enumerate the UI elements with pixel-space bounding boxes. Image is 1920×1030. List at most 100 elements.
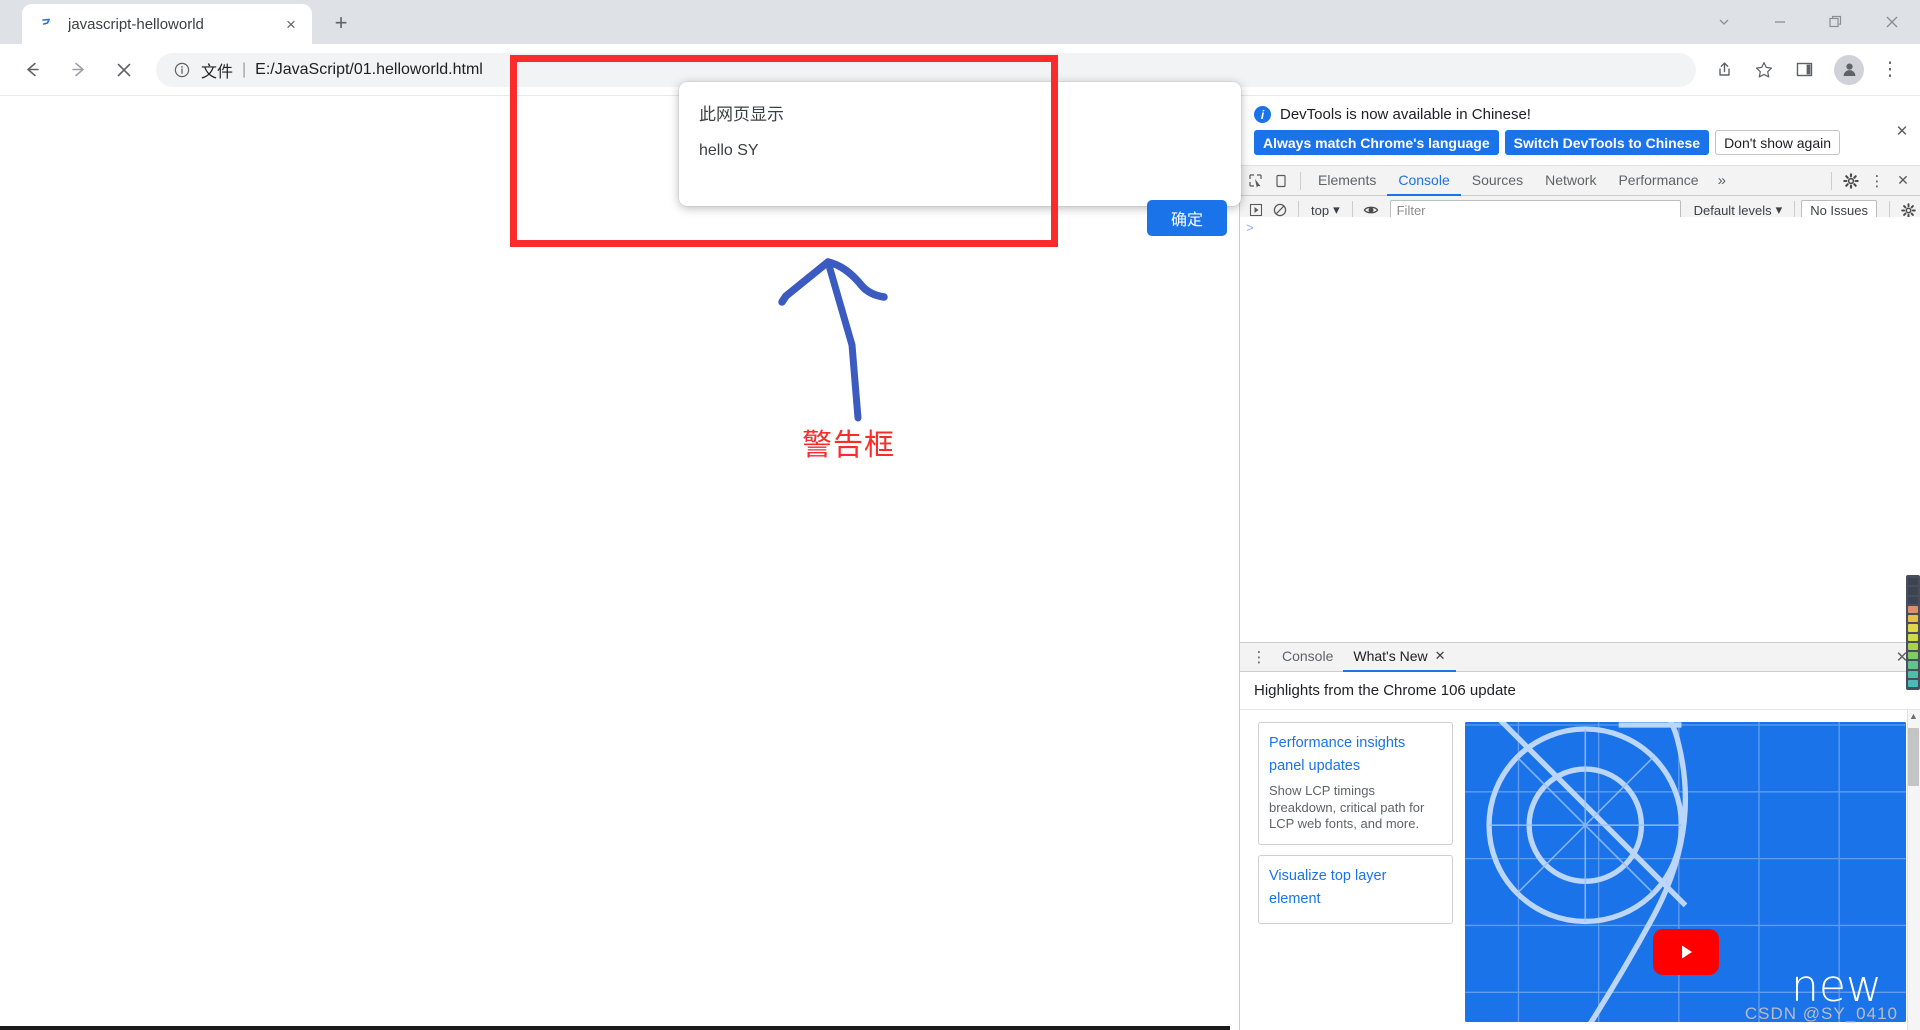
bookmark-star-icon[interactable] [1746, 52, 1782, 88]
banner-buttons: Always match Chrome's language Switch De… [1254, 130, 1908, 155]
devtools-language-banner: i DevTools is now available in Chinese! … [1240, 96, 1920, 166]
window-controls [1696, 0, 1920, 44]
tab-strip: javascript-helloworld × + [0, 0, 1920, 44]
annotation-label: 警告框 [802, 428, 895, 463]
whats-new-content: Performance insights panel updates Show … [1240, 710, 1920, 1030]
drawer-menu-icon[interactable]: ⋮ [1246, 644, 1272, 670]
restore-icon[interactable] [1808, 0, 1864, 44]
tab-search-chevron-down-icon[interactable] [1696, 0, 1752, 44]
whats-new-video-thumbnail[interactable]: new [1465, 722, 1906, 1022]
divider [1831, 171, 1832, 190]
whats-new-scrollbar[interactable]: ▲ [1907, 710, 1920, 1030]
devtools-panel: i DevTools is now available in Chinese! … [1239, 96, 1920, 1030]
gauge-segment [1908, 670, 1918, 678]
always-match-language-button[interactable]: Always match Chrome's language [1254, 130, 1499, 155]
browser-tab[interactable]: javascript-helloworld × [22, 4, 312, 44]
toolbar-actions: ⋮ [1706, 52, 1912, 88]
browser-tab-title: javascript-helloworld [68, 15, 204, 33]
devtools-tabbar: Elements Console Sources Network Perform… [1240, 166, 1920, 196]
more-tabs-icon[interactable]: » [1710, 166, 1734, 196]
gauge-segment [1908, 652, 1918, 660]
tab-elements[interactable]: Elements [1307, 166, 1387, 196]
info-circle-icon[interactable] [172, 60, 192, 80]
devtools-menu-icon[interactable]: ⋮ [1864, 168, 1890, 194]
inspect-element-icon[interactable] [1242, 168, 1268, 194]
avatar[interactable] [1834, 54, 1864, 85]
address-bar-scheme: 文件 [201, 63, 234, 81]
minimize-icon[interactable] [1752, 0, 1808, 44]
scroll-up-icon[interactable]: ▲ [1908, 712, 1919, 721]
color-level-indicator [1906, 575, 1920, 690]
youtube-play-button-icon[interactable] [1652, 929, 1719, 975]
whats-new-card-description: Show LCP timings breakdown, critical pat… [1269, 782, 1425, 832]
back-icon[interactable] [14, 52, 50, 88]
whats-new-card-title[interactable]: Performance insights panel updates [1269, 732, 1442, 779]
gauge-segment [1908, 642, 1918, 650]
side-panel-icon[interactable] [1786, 52, 1822, 88]
gauge-segment [1908, 587, 1918, 595]
drawer-tab-whats-new[interactable]: What's New ✕ [1343, 643, 1456, 672]
divider [1300, 171, 1301, 190]
browser-window: javascript-helloworld × + 文件 | E:/JavaSc… [0, 0, 1920, 1030]
drawer-tab-console[interactable]: Console [1272, 643, 1343, 672]
banner-text: DevTools is now available in Chinese! [1280, 106, 1531, 123]
devtools-tabbar-actions: ⋮ ✕ [1825, 168, 1920, 194]
tab-console[interactable]: Console [1387, 166, 1461, 196]
stop-loading-icon[interactable] [106, 52, 142, 88]
forward-icon[interactable] [60, 52, 96, 88]
gear-icon[interactable] [1838, 168, 1864, 194]
share-icon[interactable] [1706, 52, 1742, 88]
devtools-drawer: ⋮ Console What's New ✕ ✕ Highlights from… [1240, 642, 1920, 1030]
gauge-segment [1908, 679, 1918, 687]
drawer-tabbar: ⋮ Console What's New ✕ ✕ [1240, 643, 1920, 672]
banner-close-icon[interactable]: ✕ [1893, 122, 1911, 140]
annotation-arrow [778, 258, 888, 422]
banner-message-row: i DevTools is now available in Chinese! [1254, 106, 1908, 123]
page-horizontal-scrollbar[interactable] [0, 1026, 1230, 1030]
console-prompt[interactable]: > [1240, 217, 1920, 240]
tab-performance[interactable]: Performance [1607, 166, 1709, 196]
console-log-levels-selector[interactable]: Default levels ▾ [1688, 202, 1789, 218]
console-log-levels-value: Default levels [1693, 202, 1772, 218]
info-icon: i [1254, 106, 1271, 123]
drawer-tab-console-label: Console [1282, 648, 1334, 664]
gauge-segment [1908, 624, 1918, 632]
gauge-segment [1908, 596, 1918, 604]
alert-title: 此网页显示 [699, 105, 784, 124]
browser-menu-icon[interactable]: ⋮ [1872, 52, 1908, 88]
drawer-tab-close-icon[interactable]: ✕ [1435, 648, 1446, 664]
dont-show-again-button[interactable]: Don't show again [1715, 130, 1841, 155]
alert-message: hello SY [699, 142, 759, 160]
whats-new-card-list: Performance insights panel updates Show … [1258, 722, 1453, 1030]
alert-ok-button[interactable]: 确定 [1147, 200, 1227, 236]
gauge-segment [1908, 661, 1918, 669]
scrollbar-thumb[interactable] [1908, 728, 1919, 786]
console-context-selector[interactable]: top ▾ [1305, 202, 1346, 218]
whats-new-card[interactable]: Performance insights panel updates Show … [1258, 722, 1453, 845]
gauge-segment [1908, 633, 1918, 641]
whats-new-card-title[interactable]: Visualize top layer element [1269, 865, 1442, 912]
address-bar-separator: | [242, 60, 247, 78]
gauge-segment [1908, 578, 1918, 586]
chevron-down-icon: ▾ [1333, 202, 1340, 217]
gauge-segment [1908, 615, 1918, 623]
tab-network[interactable]: Network [1534, 166, 1607, 196]
watermark: CSDN @SY_0410 [1744, 1004, 1898, 1023]
address-bar-url: E:/JavaScript/01.helloworld.html [255, 60, 483, 78]
javascript-favicon-icon [38, 15, 56, 33]
close-window-icon[interactable] [1864, 0, 1920, 44]
switch-devtools-language-button[interactable]: Switch DevTools to Chinese [1504, 130, 1710, 155]
tab-sources[interactable]: Sources [1461, 166, 1534, 196]
javascript-alert-dialog: 此网页显示 hello SY 确定 [679, 82, 1241, 236]
whats-new-header: Highlights from the Chrome 106 update [1240, 672, 1920, 710]
devtools-close-icon[interactable]: ✕ [1890, 168, 1916, 194]
new-tab-button[interactable]: + [326, 8, 356, 38]
tab-close-icon[interactable]: × [280, 13, 302, 35]
console-context-value: top [1311, 202, 1330, 218]
chevron-down-icon: ▾ [1775, 202, 1783, 217]
devtools-tabs: Elements Console Sources Network Perform… [1307, 166, 1825, 196]
whats-new-card[interactable]: Visualize top layer element [1258, 854, 1453, 924]
console-output-area[interactable]: > [1240, 217, 1920, 642]
drawer-tab-whats-new-label: What's New [1353, 648, 1428, 664]
device-toolbar-icon[interactable] [1268, 168, 1294, 194]
